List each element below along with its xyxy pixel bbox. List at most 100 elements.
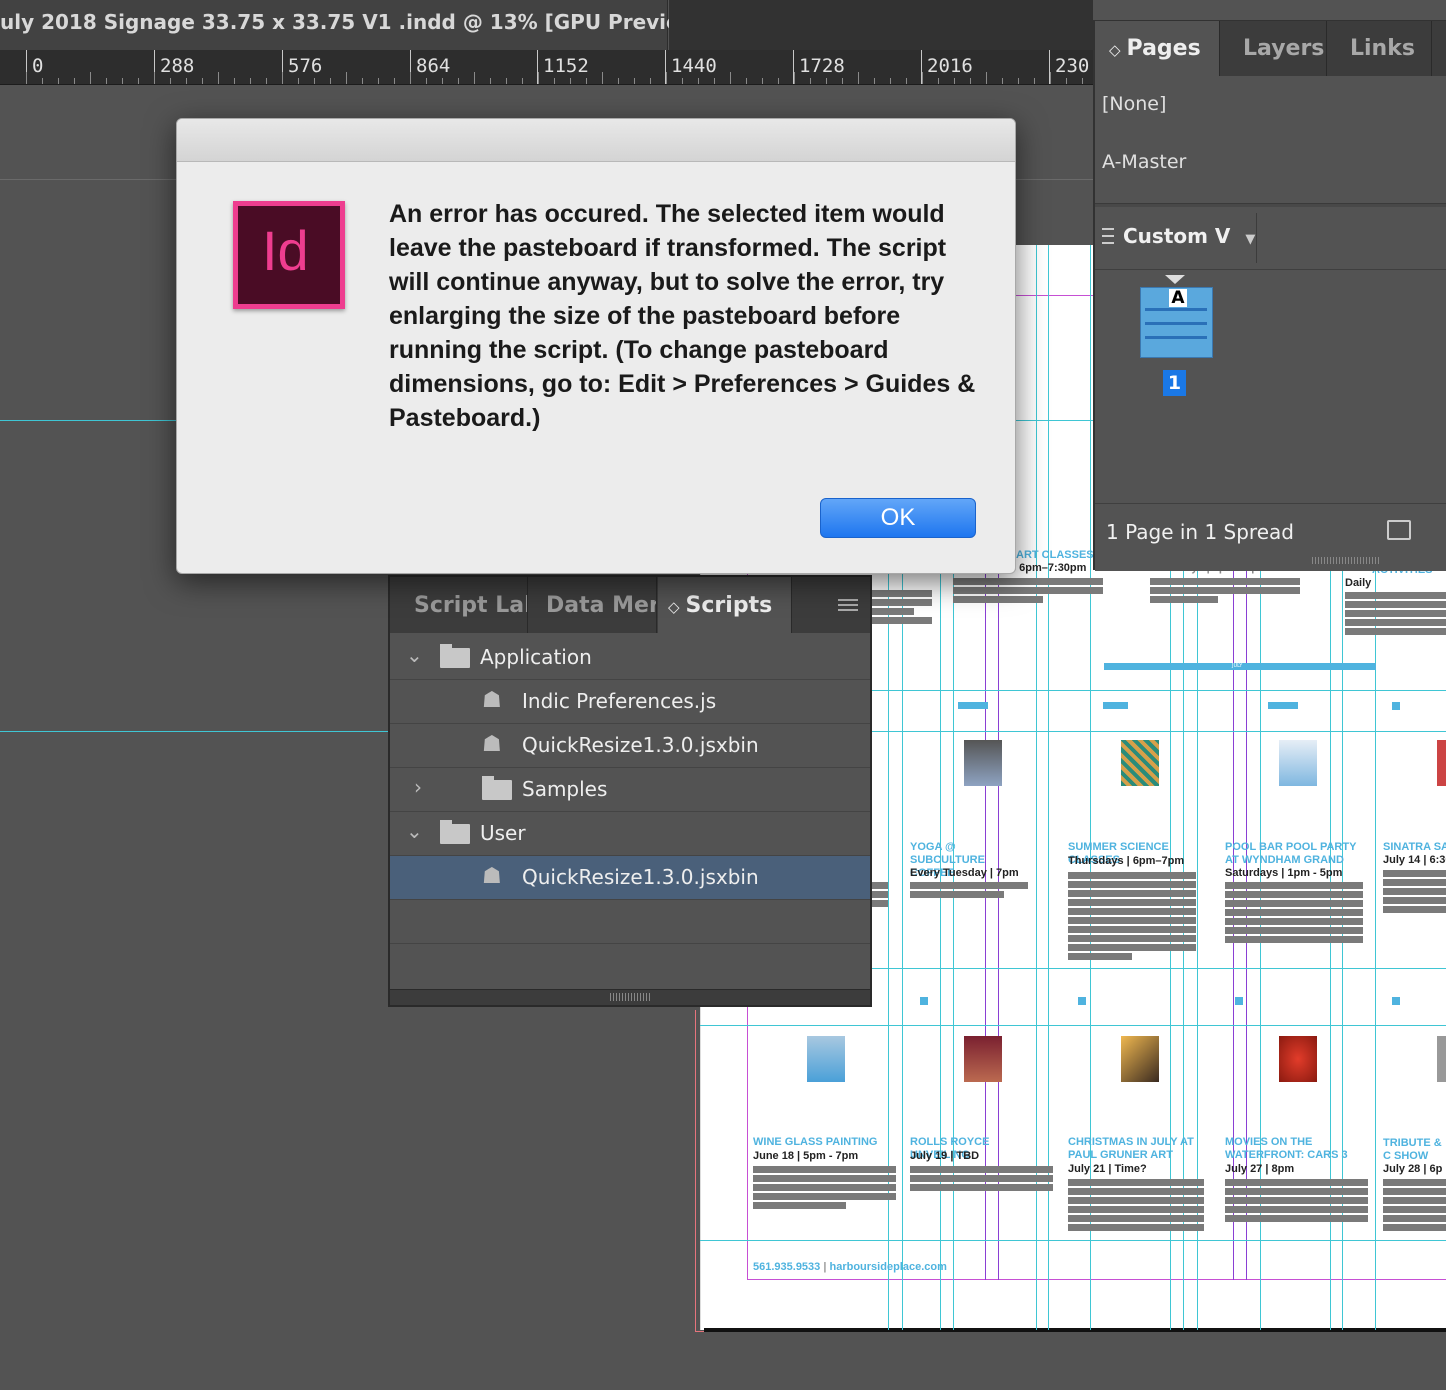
ruler-minor-tick — [362, 78, 363, 84]
panel-divider[interactable] — [1095, 203, 1446, 207]
text-placeholder — [753, 1166, 896, 1211]
date-badge — [1103, 702, 1128, 709]
ruler-minor-tick — [906, 78, 907, 84]
error-message: An error has occured. The selected item … — [389, 200, 976, 432]
script-icon: ☗ — [482, 688, 502, 713]
ruler-minor-tick — [250, 78, 251, 84]
ruler-minor-tick — [762, 78, 763, 84]
pasteboard-guide — [0, 420, 178, 421]
event-date: June 18 | 5pm - 7pm — [753, 1150, 859, 1162]
ruler-minor-tick — [1018, 78, 1019, 84]
ruler-minor-tick — [1050, 72, 1051, 84]
ruler-minor-tick — [202, 78, 203, 84]
folder-samples[interactable]: › Samples — [390, 768, 870, 812]
ruler-minor-tick — [554, 78, 555, 84]
bleed-guide — [695, 1010, 697, 1332]
footer-separator: | — [823, 1261, 827, 1273]
chevron-right-icon[interactable]: › — [414, 775, 422, 799]
ruler-minor-tick — [122, 78, 123, 84]
tab-layers[interactable]: Layers — [1221, 21, 1327, 76]
ruler-minor-tick — [730, 72, 731, 84]
view-dropdown[interactable]: Custom V ▼ — [1123, 224, 1255, 248]
tab-pages[interactable]: ◇ Pages — [1095, 21, 1220, 76]
ruler-minor-tick — [410, 72, 411, 84]
ruler-minor-tick — [426, 78, 427, 84]
ruler-minor-tick — [1082, 78, 1083, 84]
drag-grip-icon — [1102, 228, 1114, 244]
ruler-minor-tick — [810, 78, 811, 84]
tab-script-label[interactable]: Script Lab — [390, 577, 528, 633]
text-placeholder — [1068, 1179, 1204, 1233]
folder-icon — [482, 776, 512, 800]
chevron-down-icon[interactable]: ⌄ — [406, 819, 423, 843]
ruler-minor-tick — [282, 72, 283, 84]
page-number-badge[interactable]: 1 — [1163, 370, 1186, 396]
horizontal-ruler[interactable]: 0 288 576 864 1152 1440 1728 2016 230 — [0, 50, 1093, 85]
ruler-minor-tick — [58, 78, 59, 84]
pages-panel-footer: 1 Page in 1 Spread — [1095, 503, 1446, 571]
page-thumbnail[interactable]: A — [1140, 287, 1213, 358]
ruler-minor-tick — [970, 78, 971, 84]
script-item[interactable]: ☗ QuickResize1.3.0.jsxbin — [390, 724, 870, 768]
spread-indicator-icon — [1165, 275, 1185, 284]
footer-website: harboursideplace.com — [829, 1261, 947, 1273]
text-placeholder — [1225, 1179, 1368, 1224]
text-placeholder — [1225, 882, 1363, 945]
ruler-minor-tick — [954, 78, 955, 84]
ok-button[interactable]: OK — [820, 498, 976, 538]
ruler-minor-tick — [602, 72, 603, 84]
event-title: ART CLASSES — [1016, 549, 1094, 561]
ruler-minor-tick — [826, 78, 827, 84]
event-date: Saturdays | 1pm - 5pm — [1225, 867, 1343, 879]
ruler-minor-tick — [42, 78, 43, 84]
pages-panel: ◇ Pages Layers Links [None] A-Master Cust… — [1093, 20, 1446, 571]
master-none-item[interactable]: [None] — [1102, 93, 1166, 115]
ruler-minor-tick — [458, 78, 459, 84]
script-icon: ☗ — [482, 732, 502, 757]
event-photo — [1121, 740, 1159, 786]
event-title: MOVIES ON THE WATERFRONT: CARS 3 — [1225, 1136, 1348, 1161]
tab-links[interactable]: Links — [1328, 21, 1432, 76]
event-title: CHRISTMAS IN JULY AT PAUL GRUNER ART — [1068, 1136, 1194, 1161]
event-title: POOL BAR POOL PARTY AT WYNDHAM GRAND — [1225, 841, 1357, 866]
ruler-minor-tick — [842, 78, 843, 84]
scripts-panel-resize-bar[interactable] — [390, 989, 870, 1005]
script-item-selected[interactable]: ☗ QuickResize1.3.0.jsxbin — [390, 856, 870, 900]
resize-grip-icon[interactable] — [1312, 557, 1380, 564]
event-photo — [807, 1036, 845, 1082]
ruler-minor-tick — [330, 78, 331, 84]
event-date: July 27 | 8pm — [1225, 1163, 1295, 1175]
event-title: SINATRA SAT — [1383, 841, 1446, 853]
event-title: TRIBUTE & C SHOW — [1383, 1137, 1442, 1162]
ruler-minor-tick — [170, 78, 171, 84]
ruler-minor-tick — [714, 78, 715, 84]
script-item[interactable]: ☗ Indic Preferences.js — [390, 680, 870, 724]
dialog-title-bar[interactable] — [177, 119, 1015, 162]
chevron-down-icon[interactable]: ⌄ — [406, 643, 423, 667]
tab-data-merge[interactable]: Data Merg — [529, 577, 657, 633]
row-guide — [700, 1240, 1446, 1241]
document-title-bar[interactable]: uly 2018 Signage 33.75 x 33.75 V1 .indd … — [0, 0, 707, 50]
page-count-label: 1 Page in 1 Spread — [1106, 520, 1294, 544]
folder-user[interactable]: ⌄ User — [390, 812, 870, 856]
panel-menu-icon[interactable] — [838, 599, 858, 611]
indesign-logo-icon: Id — [233, 201, 345, 309]
ruler-minor-tick — [234, 78, 235, 84]
ruler-minor-tick — [890, 78, 891, 84]
title-bar-background — [669, 0, 1093, 50]
folder-application[interactable]: ⌄ Application — [390, 636, 870, 680]
folder-icon — [440, 644, 470, 668]
ruler-minor-tick — [634, 78, 635, 84]
panel-separator — [1256, 213, 1257, 263]
master-a-item[interactable]: A-Master — [1102, 151, 1186, 173]
ruler-minor-tick — [922, 72, 923, 84]
ruler-minor-tick — [666, 72, 667, 84]
event-photo — [1279, 1036, 1317, 1082]
collapse-arrows-icon: ◇ — [1109, 41, 1121, 59]
page-size-icon[interactable] — [1387, 520, 1411, 540]
month-label: JULY — [1232, 663, 1243, 669]
ruler-minor-tick — [154, 72, 155, 84]
ruler-minor-tick — [618, 78, 619, 84]
scripts-panel: Script Lab Data Merg ◇Scripts ⌄ Applicat… — [388, 575, 872, 1007]
tab-scripts[interactable]: ◇ Scripts — [658, 577, 792, 633]
